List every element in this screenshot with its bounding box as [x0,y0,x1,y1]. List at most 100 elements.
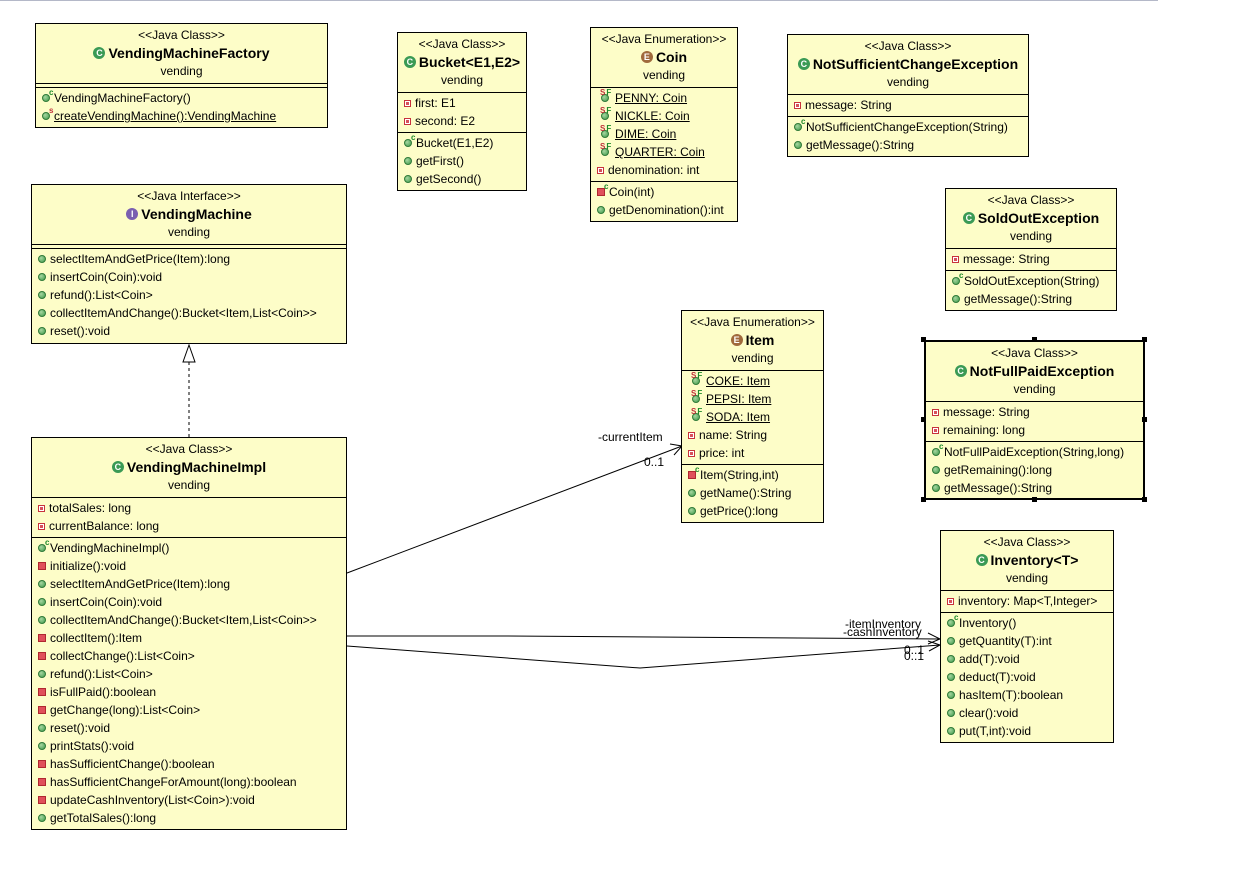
method-row[interactable]: getName():String [682,484,823,502]
attribute-row[interactable]: second: E2 [398,112,526,130]
attribute-row[interactable]: message: String [946,250,1116,268]
static-final-field-icon: SF [600,107,611,120]
uml-box-notFullPaid[interactable]: <<Java Class>> C NotFullPaidException vendi… [924,340,1145,500]
attribute-row[interactable]: SF PEPSI: Item [682,390,823,408]
method-row[interactable]: hasSufficientChange():boolean [32,755,346,773]
methods-section: c SoldOutException(String) getMessage():St… [946,270,1116,310]
method-row[interactable]: getRemaining():long [926,461,1143,479]
method-row[interactable]: c Item(String,int) [682,466,823,484]
method-row[interactable]: getQuantity(T):int [941,632,1113,650]
attribute-row[interactable]: name: String [682,426,823,444]
method-row[interactable]: collectItemAndChange():Bucket<Item,List<… [32,611,346,629]
method-row[interactable]: collectChange():List<Coin> [32,647,346,665]
method-row[interactable]: clear():void [941,704,1113,722]
method-row[interactable]: refund():List<Coin> [32,286,346,304]
method-row[interactable]: getChange(long):List<Coin> [32,701,346,719]
method-row[interactable]: insertCoin(Coin):void [32,593,346,611]
stereotype-label: <<Java Interface>> [137,189,241,203]
method-row[interactable]: getSecond() [398,170,526,188]
method-row[interactable]: c Inventory() [941,614,1113,632]
attribute-row[interactable]: inventory: Map<T,Integer> [941,592,1113,610]
uml-box-coin[interactable]: <<Java Enumeration>> E Coin vending SF PENNY:… [590,27,738,222]
uml-box-vendingMachine[interactable]: <<Java Interface>> I VendingMachine vending… [31,184,347,344]
method-row[interactable]: s createVendingMachine():VendingMachine [36,107,327,125]
selection-handle[interactable] [921,417,926,422]
private-method-icon [38,688,46,696]
uml-box-bucket[interactable]: <<Java Class>> C Bucket<E1,E2> vending first… [397,32,527,191]
attribute-row[interactable]: message: String [926,403,1143,421]
attribute-row[interactable]: first: E1 [398,94,526,112]
method-row[interactable]: updateCashInventory(List<Coin>):void [32,791,346,809]
method-row[interactable]: isFullPaid():boolean [32,683,346,701]
method-row[interactable]: put(T,int):void [941,722,1113,740]
uml-box-item[interactable]: <<Java Enumeration>> E Item vending SF COKE: … [681,310,824,523]
association-cash-inventory-line[interactable] [346,644,941,669]
attribute-row[interactable]: price: int [682,444,823,462]
method-row[interactable]: collectItemAndChange():Bucket<Item,List<… [32,304,346,322]
method-row[interactable]: c SoldOutException(String) [946,272,1116,290]
selection-handle[interactable] [1031,497,1037,502]
attribute-row[interactable]: denomination: int [591,161,737,179]
method-row[interactable]: reset():void [32,322,346,340]
private-method-icon [38,778,46,786]
attributes-section: message: String [946,248,1116,270]
method-row[interactable]: reset():void [32,719,346,737]
method-text: hasSufficientChangeForAmount(long):boole… [50,775,297,789]
attribute-row[interactable]: SF QUARTER: Coin [591,143,737,161]
selection-handle[interactable] [1142,417,1147,422]
attribute-row[interactable]: SF NICKLE: Coin [591,107,737,125]
attribute-row[interactable]: remaining: long [926,421,1143,439]
method-row[interactable]: c NotSufficientChangeException(String) [788,118,1028,136]
method-row[interactable]: hasItem(T):boolean [941,686,1113,704]
selection-handle[interactable] [921,337,926,342]
attribute-row[interactable]: totalSales: long [32,499,346,517]
attribute-row[interactable]: SF SODA: Item [682,408,823,426]
method-row[interactable]: getTotalSales():long [32,809,346,827]
method-row[interactable]: deduct(T):void [941,668,1113,686]
uml-box-inventory[interactable]: <<Java Class>> C Inventory<T> vending invent… [940,530,1114,743]
selection-handle[interactable] [1142,337,1147,342]
method-row[interactable]: insertCoin(Coin):void [32,268,346,286]
method-row[interactable]: selectItemAndGetPrice(Item):long [32,250,346,268]
method-row[interactable]: hasSufficientChangeForAmount(long):boole… [32,773,346,791]
uml-box-notSufficientChange[interactable]: <<Java Class>> C NotSufficientChangeExcept… [787,34,1029,157]
box-header: <<Java Class>> C Bucket<E1,E2> vending [398,33,526,92]
method-row[interactable]: c VendingMachineFactory() [36,89,327,107]
method-row[interactable]: add(T):void [941,650,1113,668]
method-row[interactable]: refund():List<Coin> [32,665,346,683]
private-method-icon [38,652,46,660]
static-final-field-icon: SF [691,408,702,421]
method-row[interactable]: c Bucket(E1,E2) [398,134,526,152]
method-row[interactable]: getFirst() [398,152,526,170]
attribute-row[interactable]: currentBalance: long [32,517,346,535]
selection-handle[interactable] [1142,497,1147,502]
uml-box-factory[interactable]: <<Java Class>> C VendingMachineFactory vend… [35,23,328,128]
attribute-row[interactable]: SF PENNY: Coin [591,89,737,107]
method-row[interactable]: getMessage():String [788,136,1028,154]
selection-handle[interactable] [921,497,926,502]
method-row[interactable]: c VendingMachineImpl() [32,539,346,557]
method-row[interactable]: c NotFullPaidException(String,long) [926,443,1143,461]
private-field-icon [947,597,954,605]
static-final-field-icon: SF [600,125,611,138]
method-row[interactable]: getMessage():String [946,290,1116,308]
attribute-row[interactable]: SF COKE: Item [682,372,823,390]
method-row[interactable]: getDenomination():int [591,201,737,219]
method-text: updateCashInventory(List<Coin>):void [50,793,255,807]
constructor-icon: c [38,539,49,552]
attribute-row[interactable]: SF DIME: Coin [591,125,737,143]
method-row[interactable]: printStats():void [32,737,346,755]
method-row[interactable]: getMessage():String [926,479,1143,497]
method-row[interactable]: initialize():void [32,557,346,575]
method-text: initialize():void [50,559,127,573]
uml-box-impl[interactable]: <<Java Class>> C VendingMachineImpl vending… [31,437,347,830]
method-row[interactable]: c Coin(int) [591,183,737,201]
attribute-row[interactable]: message: String [788,96,1028,114]
method-row[interactable]: collectItem():Item [32,629,346,647]
method-row[interactable]: getPrice():long [682,502,823,520]
selection-handle[interactable] [1031,337,1037,342]
methods-section: c NotFullPaidException(String,long) getRem… [926,441,1143,499]
association-current-item-line[interactable] [346,445,683,574]
uml-box-soldOut[interactable]: <<Java Class>> C SoldOutException vending me… [945,188,1117,311]
method-row[interactable]: selectItemAndGetPrice(Item):long [32,575,346,593]
